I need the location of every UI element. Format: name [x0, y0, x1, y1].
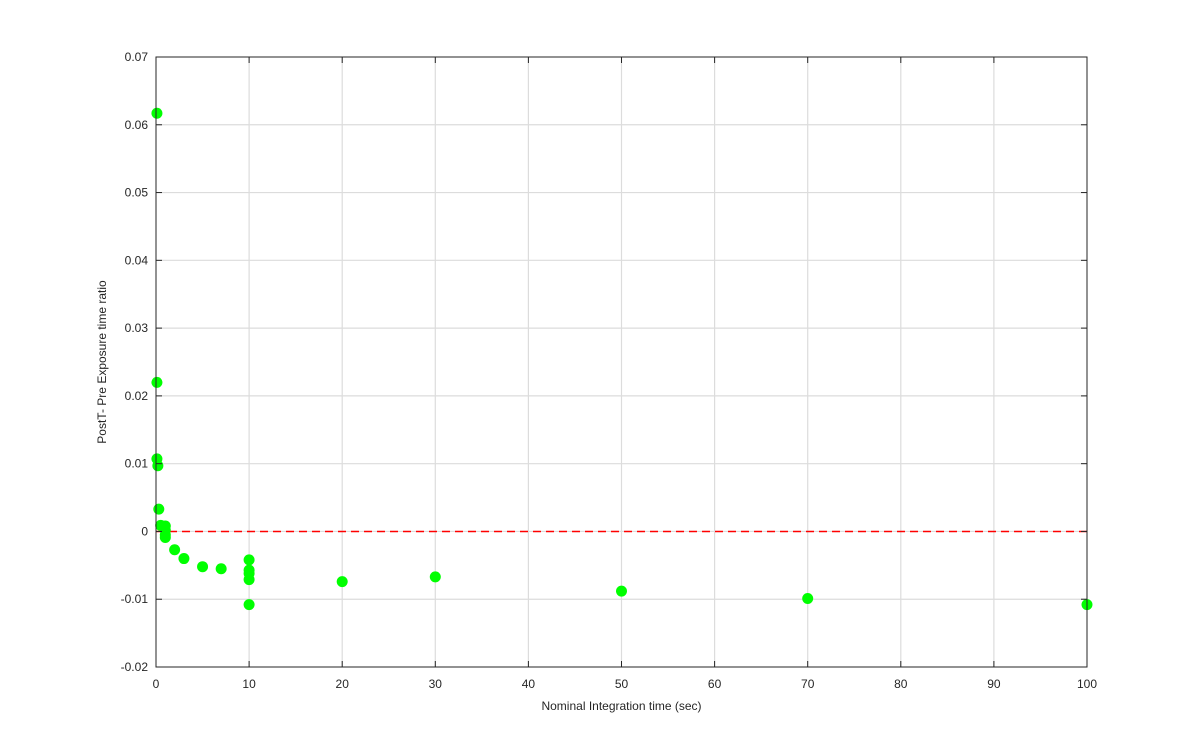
y-tick-label: 0.02 — [125, 389, 149, 403]
x-tick-label: 50 — [615, 677, 629, 691]
y-tick-label: -0.02 — [121, 660, 149, 674]
x-tick-label: 100 — [1077, 677, 1097, 691]
data-point-18 — [243, 599, 255, 611]
x-tick-label: 30 — [429, 677, 443, 691]
data-point-21 — [616, 585, 627, 597]
data-point-12 — [197, 561, 209, 573]
x-tick-label: 40 — [522, 677, 536, 691]
y-tick-label: 0.06 — [125, 118, 149, 132]
data-point-11 — [178, 553, 190, 565]
x-tick-label: 70 — [801, 677, 815, 691]
y-tick-label: 0.07 — [125, 50, 149, 64]
data-point-14 — [243, 554, 255, 566]
x-axis-label: Nominal Integration time (sec) — [541, 699, 701, 713]
x-tick-label: 80 — [894, 677, 908, 691]
data-point-1 — [151, 376, 163, 388]
data-point-4 — [153, 503, 165, 515]
data-point-13 — [215, 563, 227, 575]
data-point-9 — [159, 532, 171, 544]
data-point-20 — [429, 571, 441, 583]
x-tick-labels: 0 10 20 30 40 50 60 70 80 90 100 — [153, 677, 1098, 691]
data-point-19 — [336, 576, 348, 588]
data-point-0 — [151, 107, 163, 119]
x-tick-label: 60 — [708, 677, 722, 691]
y-tick-labels: -0.02 -0.01 0 0.01 0.02 0.03 0.04 0.05 0.06 0.07 — [121, 50, 149, 674]
x-tick-label: 90 — [987, 677, 1001, 691]
y-tick-label: 0.04 — [125, 253, 149, 267]
y-tick-label: -0.01 — [121, 592, 149, 606]
data-point-10 — [169, 544, 181, 556]
y-tick-label: 0.05 — [125, 186, 149, 200]
x-tick-label: 10 — [242, 677, 256, 691]
x-tick-label: 20 — [336, 677, 350, 691]
y-tick-label: 0 — [141, 524, 148, 538]
data-point-17 — [243, 574, 255, 586]
y-tick-label: 0.03 — [125, 321, 149, 335]
x-tick-label: 0 — [153, 677, 160, 691]
data-point-22 — [802, 593, 814, 605]
data-point-3 — [152, 460, 164, 472]
scatter-chart: 0 10 20 30 40 50 60 70 80 90 100 -0.02 -0.01 0 0.01 0.… — [95, 50, 1098, 713]
y-tick-label: 0.01 — [125, 457, 149, 471]
y-axis-label: PostT- Pre Exposure time ratio — [95, 280, 109, 444]
